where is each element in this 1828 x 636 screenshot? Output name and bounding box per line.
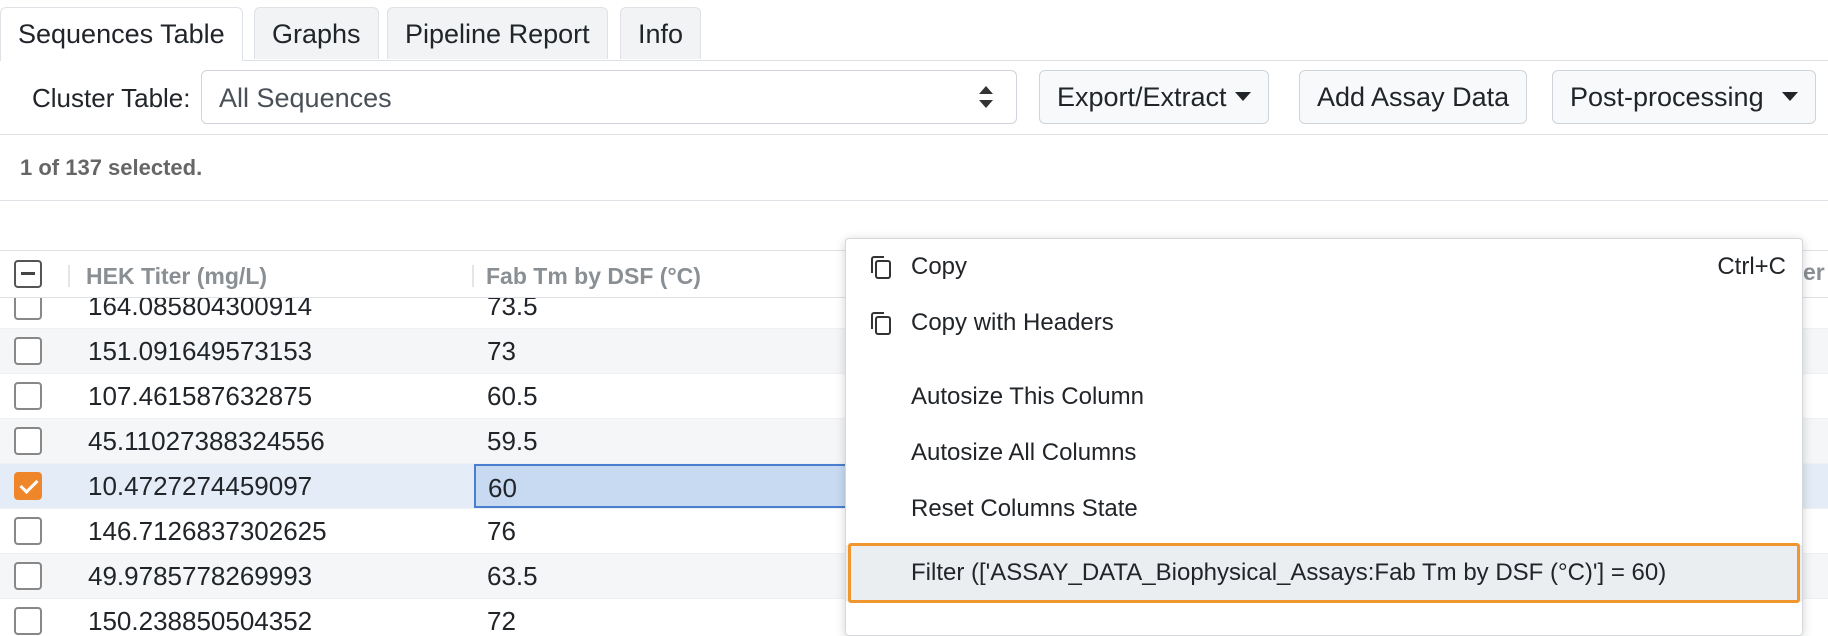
row-checkbox[interactable] [14, 427, 42, 455]
menu-item-autosize-all-columns[interactable]: Autosize All Columns [846, 425, 1802, 481]
menu-item-label: Copy [911, 253, 968, 280]
cluster-table-value: All Sequences [219, 83, 392, 113]
menu-item-label: Autosize This Column [911, 383, 1144, 410]
menu-item-reset-columns-state[interactable]: Reset Columns State [846, 481, 1802, 537]
row-checkbox[interactable] [14, 562, 42, 590]
export-extract-button[interactable]: Export/Extract [1039, 70, 1269, 124]
cell-fab-tm[interactable]: 63.5 [487, 554, 538, 598]
tab-sequences-table[interactable]: Sequences Table [0, 7, 243, 61]
cell-hek-titer[interactable]: 10.4727274459097 [88, 464, 312, 508]
cell-fab-tm[interactable]: 73 [487, 329, 516, 373]
cell-hek-titer[interactable]: 151.091649573153 [88, 329, 312, 373]
selection-count: 1 of 137 selected. [20, 155, 203, 180]
cell-fab-tm[interactable]: 72 [487, 599, 516, 636]
tab-pipeline-report[interactable]: Pipeline Report [387, 7, 608, 59]
tab-graphs[interactable]: Graphs [254, 7, 379, 59]
cell-hek-titer[interactable]: 150.238850504352 [88, 599, 312, 636]
row-checkbox[interactable] [14, 517, 42, 545]
menu-item-copy-with-headers[interactable]: Copy with Headers [846, 295, 1802, 351]
cell-fab-tm[interactable]: 59.5 [487, 419, 538, 463]
menu-item-label: Copy with Headers [911, 309, 1114, 336]
menu-item-label: Autosize All Columns [911, 439, 1137, 466]
export-extract-label: Export/Extract [1057, 82, 1227, 112]
tab-bar: Sequences Table Graphs Pipeline Report I… [0, 0, 1828, 61]
row-checkbox-checked[interactable] [14, 472, 42, 500]
menu-item-autosize-this-column[interactable]: Autosize This Column [846, 369, 1802, 425]
menu-item-label: Filter (['ASSAY_DATA_Biophysical_Assays:… [911, 559, 1667, 586]
post-processing-button[interactable]: Post-processing [1552, 70, 1816, 124]
cell-hek-titer[interactable]: 107.461587632875 [88, 374, 312, 418]
toolbar: Cluster Table: All Sequences Export/Extr… [0, 61, 1828, 135]
menu-item-label: Reset Columns State [911, 495, 1138, 522]
column-header-partial[interactable]: er [1803, 259, 1825, 286]
context-menu: Copy Ctrl+C Copy with Headers Autosize T… [845, 238, 1803, 636]
row-checkbox[interactable] [14, 607, 42, 635]
add-assay-data-label: Add Assay Data [1317, 82, 1510, 112]
cell-fab-tm[interactable]: 76 [487, 509, 516, 553]
copy-icon [871, 312, 891, 335]
tab-info[interactable]: Info [620, 7, 702, 59]
post-processing-label: Post-processing [1570, 82, 1764, 112]
cell-hek-titer[interactable]: 45.11027388324556 [88, 419, 325, 463]
divider [0, 200, 1828, 201]
copy-icon [871, 256, 891, 279]
menu-item-copy[interactable]: Copy Ctrl+C [846, 239, 1802, 295]
add-assay-data-button[interactable]: Add Assay Data [1299, 70, 1528, 124]
cell-hek-titer[interactable]: 49.9785778269993 [88, 554, 312, 598]
select-all-checkbox[interactable] [14, 260, 42, 288]
menu-item-shortcut: Ctrl+C [1717, 253, 1786, 280]
column-header-fab-tm[interactable]: Fab Tm by DSF (°C) [486, 263, 701, 290]
column-header-hek-titer[interactable]: HEK Titer (mg/L) [86, 263, 267, 290]
cell-hek-titer[interactable]: 146.7126837302625 [88, 509, 327, 553]
select-arrows-icon [979, 86, 993, 108]
menu-item-filter[interactable]: Filter (['ASSAY_DATA_Biophysical_Assays:… [846, 545, 1802, 601]
chevron-down-icon [1781, 92, 1798, 102]
chevron-down-icon [1234, 92, 1251, 102]
column-separator [68, 265, 70, 287]
row-checkbox[interactable] [14, 382, 42, 410]
cluster-table-label: Cluster Table: [32, 83, 191, 113]
column-separator [472, 265, 474, 287]
cell-fab-tm[interactable]: 60.5 [487, 374, 538, 418]
cluster-table-select[interactable]: All Sequences [201, 70, 1017, 124]
row-checkbox[interactable] [14, 337, 42, 365]
cell-fab-tm-focused[interactable]: 60 [474, 464, 854, 508]
